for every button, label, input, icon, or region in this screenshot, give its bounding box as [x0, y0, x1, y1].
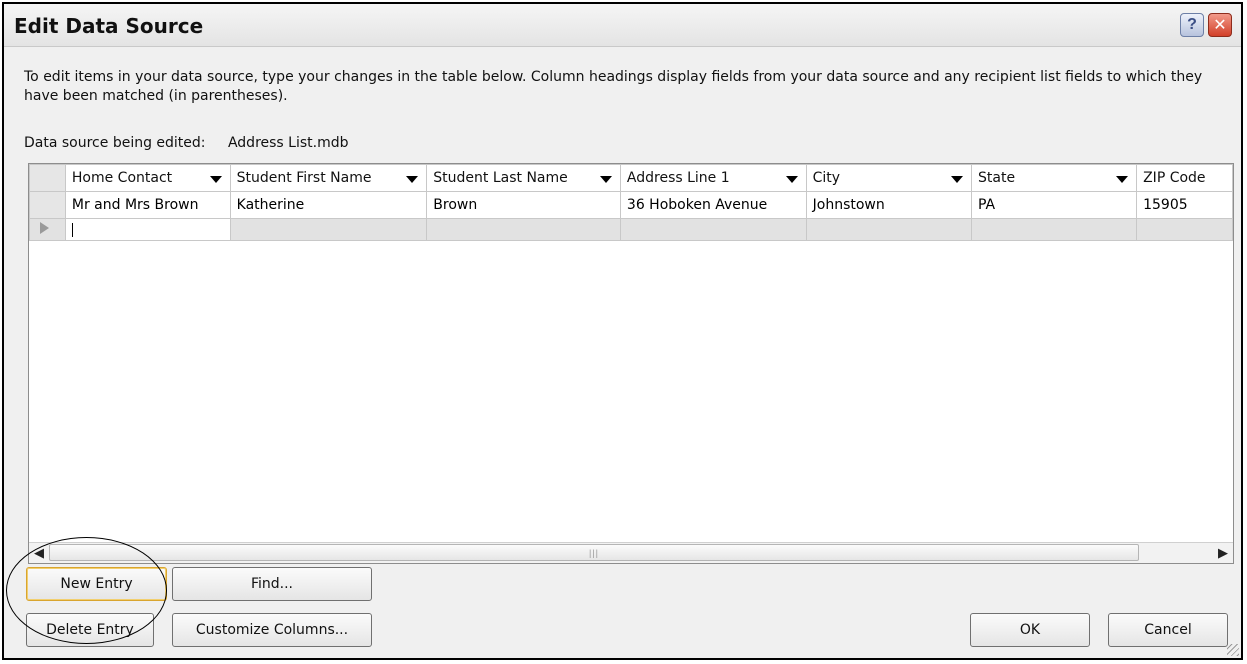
scrollbar-thumb[interactable]: |||	[49, 544, 1139, 561]
help-button[interactable]: ?	[1180, 13, 1204, 37]
table-cell[interactable]	[970, 218, 1138, 241]
find-button[interactable]: Find...	[172, 567, 372, 601]
table-cell[interactable]	[426, 218, 621, 241]
horizontal-scrollbar[interactable]: ◀ ||| ▶	[29, 542, 1233, 563]
table-row: Mr and Mrs Brown Katherine Brown 36 Hobo…	[29, 191, 1233, 219]
dropdown-arrow-icon[interactable]	[599, 176, 612, 183]
arrow-right-icon: ▶	[1218, 544, 1228, 560]
dropdown-arrow-icon[interactable]	[406, 176, 419, 183]
new-row-selector[interactable]	[29, 218, 66, 241]
table-cell[interactable]	[1136, 218, 1233, 241]
data-table: Home Contact Student First Name Student …	[29, 164, 1233, 241]
table-cell[interactable]	[619, 218, 807, 241]
dropdown-arrow-icon[interactable]	[951, 176, 963, 183]
ok-button[interactable]: OK	[970, 613, 1090, 647]
close-button[interactable]: ✕	[1208, 13, 1232, 37]
instructions-text: To edit items in your data source, type …	[24, 69, 1203, 104]
scroll-left-button[interactable]: ◀	[29, 543, 49, 562]
column-header-zip-code[interactable]: ZIP Code	[1136, 164, 1233, 192]
column-header-address-line-1[interactable]: Address Line 1	[619, 164, 807, 192]
dropdown-arrow-icon[interactable]	[209, 176, 222, 183]
column-header-city[interactable]: City	[805, 164, 973, 192]
table-cell[interactable]: 15905	[1136, 191, 1233, 219]
column-header-student-last-name[interactable]: Student Last Name	[426, 164, 621, 192]
customize-columns-button[interactable]: Customize Columns...	[172, 613, 372, 647]
text-cursor	[71, 222, 73, 237]
table-cell[interactable]: Johnstown	[805, 191, 973, 219]
new-record-row	[29, 218, 1233, 241]
edit-data-source-dialog: Edit Data Source ? ✕ To edit items in yo…	[2, 2, 1243, 660]
table-cell[interactable]	[805, 218, 973, 241]
corner-cell[interactable]	[29, 164, 66, 192]
data-source-filename: Address List.mdb	[227, 135, 349, 151]
dropdown-arrow-icon[interactable]	[1116, 176, 1129, 183]
data-source-info: Data source being edited: Address List.m…	[24, 135, 349, 151]
resize-grip-icon[interactable]	[1227, 644, 1239, 656]
dropdown-arrow-icon[interactable]	[785, 176, 798, 183]
grip-icon: |||	[588, 547, 599, 558]
data-source-label: Data source being edited:	[24, 135, 206, 151]
table-cell[interactable]: Brown	[426, 191, 621, 219]
title-bar: Edit Data Source ? ✕	[4, 4, 1241, 47]
column-header-student-first-name[interactable]: Student First Name	[229, 164, 428, 192]
scroll-right-button[interactable]: ▶	[1213, 543, 1233, 562]
dialog-title: Edit Data Source	[14, 14, 204, 38]
close-icon: ✕	[1213, 17, 1227, 34]
new-entry-button[interactable]: New Entry	[26, 567, 167, 601]
active-cell[interactable]	[64, 218, 231, 241]
new-row-indicator-icon	[40, 221, 49, 234]
table-cell[interactable]: PA	[970, 191, 1138, 219]
header-row: Home Contact Student First Name Student …	[29, 164, 1233, 192]
data-grid[interactable]: Home Contact Student First Name Student …	[28, 163, 1234, 564]
delete-entry-button[interactable]: Delete Entry	[26, 613, 154, 647]
table-cell[interactable]	[229, 218, 428, 241]
arrow-left-icon: ◀	[34, 544, 44, 560]
help-icon: ?	[1187, 16, 1197, 33]
table-cell[interactable]: Katherine	[229, 191, 428, 219]
row-selector[interactable]	[29, 191, 66, 219]
cancel-button[interactable]: Cancel	[1108, 613, 1228, 647]
table-cell[interactable]: Mr and Mrs Brown	[64, 191, 231, 219]
column-header-state[interactable]: State	[970, 164, 1138, 192]
column-header-home-contact[interactable]: Home Contact	[64, 164, 231, 192]
table-cell[interactable]: 36 Hoboken Avenue	[619, 191, 807, 219]
